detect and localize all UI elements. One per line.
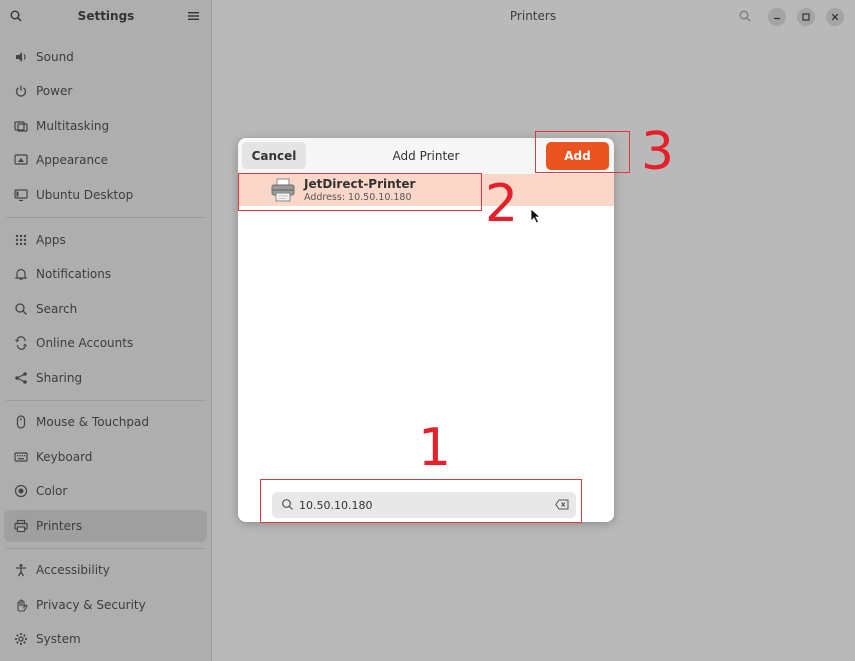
sidebar-item-color[interactable]: Color [4,475,207,507]
mouse-icon [16,415,26,429]
desktop-icon [14,189,28,202]
sidebar-item-label: Keyboard [36,450,93,464]
close-button[interactable] [826,8,844,26]
sidebar-item-label: Online Accounts [36,336,134,350]
sidebar-item-label: Notifications [36,267,112,281]
annotation-number-2: 2 [485,174,519,234]
sidebar-item-search[interactable]: Search [4,293,207,325]
hamburger-menu-icon[interactable] [188,11,199,21]
speaker-icon [16,52,26,62]
gear-icon [15,633,27,645]
sidebar-item-label: Mouse & Touchpad [36,415,149,429]
appearance-icon [14,154,28,165]
sidebar-item-label: System [36,632,81,646]
keyboard-icon [14,452,28,462]
sidebar-item-multitasking[interactable]: Multitasking [4,110,207,142]
close-icon [831,13,839,21]
bell-icon [14,268,28,280]
sidebar-item-label: Power [36,84,73,98]
sidebar-item-keyboard[interactable]: Keyboard [4,441,207,473]
sidebar-title: Settings [77,9,135,23]
sidebar-item-label: Sharing [36,371,83,385]
sidebar-item-power[interactable]: Power [4,75,207,107]
annotation-box-1 [260,479,582,523]
sidebar-item-label: Printers [36,519,83,533]
sidebar-divider [6,400,206,401]
sidebar-item-mouse-touchpad[interactable]: Mouse & Touchpad [4,406,207,438]
sidebar-item-label: Privacy & Security [36,598,146,612]
sidebar-item-accessibility[interactable]: Accessibility [4,554,207,586]
sidebar-item-label: Color [36,484,68,498]
printer-icon [14,519,28,533]
sidebar-item-label: Search [36,302,78,316]
minimize-button[interactable] [768,8,786,26]
sidebar-item-privacy-security[interactable]: Privacy & Security [4,589,207,621]
sidebar-item-notifications[interactable]: Notifications [4,258,207,290]
sidebar-item-apps[interactable]: Apps [4,224,207,256]
sidebar-item-printers[interactable]: Printers [4,510,207,542]
share-icon [15,372,27,384]
annotation-box-3 [535,131,630,173]
maximize-button[interactable] [797,8,815,26]
cloud-icon [15,336,27,350]
sidebar-item-ubuntu-desktop[interactable]: Ubuntu Desktop [4,179,207,211]
annotation-number-1: 1 [418,418,452,478]
color-icon [14,484,28,498]
annotation-number-3: 3 [641,122,675,182]
search-icon [15,303,27,315]
sidebar-item-label: Ubuntu Desktop [36,188,134,202]
sidebar-item-label: Sound [36,50,74,64]
sidebar-divider [6,548,206,549]
sidebar-divider [6,217,206,218]
sidebar-item-label: Appearance [36,153,109,167]
accessibility-icon [16,564,26,577]
settings-window: Settings Sound Power Multitasking Appear… [0,0,855,661]
mouse-cursor-icon [530,208,542,224]
search-icon[interactable] [739,10,751,22]
apps-grid-icon [15,234,27,246]
sidebar-item-appearance[interactable]: Appearance [4,144,207,176]
sidebar-header: Settings [0,0,212,34]
annotation-box-2 [238,173,482,211]
sidebar-item-label: Multitasking [36,119,110,133]
sidebar: Settings Sound Power Multitasking Appear… [0,0,212,661]
sidebar-item-label: Apps [36,233,66,247]
sidebar-item-online-accounts[interactable]: Online Accounts [4,327,207,359]
sidebar-item-sound[interactable]: Sound [4,41,207,73]
sidebar-item-sharing[interactable]: Sharing [4,362,207,394]
hand-icon [17,599,28,612]
multitasking-icon [14,121,28,132]
power-icon [15,85,27,97]
page-title: Printers [509,9,557,23]
sidebar-item-system[interactable]: System [4,623,207,655]
maximize-icon [802,13,810,21]
sidebar-item-label: Accessibility [36,563,110,577]
minimize-icon [774,17,780,20]
